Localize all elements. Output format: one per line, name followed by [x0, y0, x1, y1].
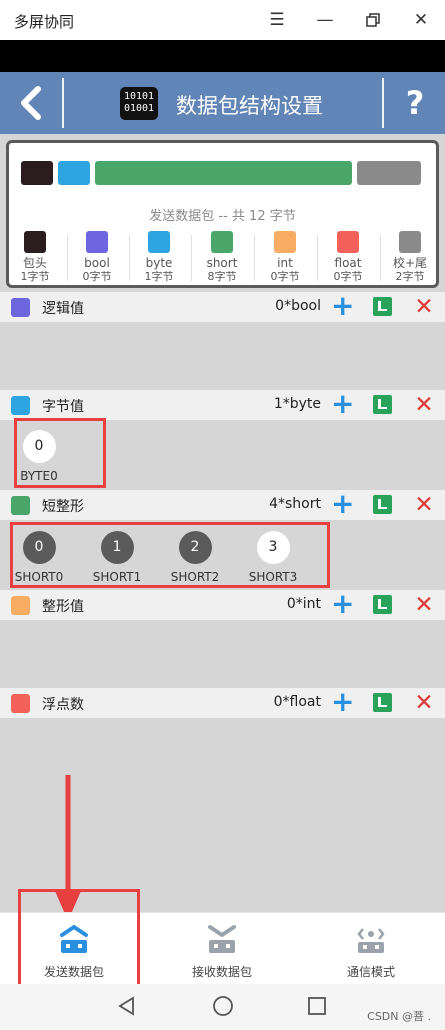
segment-header	[21, 161, 53, 185]
highlight-box	[14, 418, 106, 488]
add-icon[interactable]: +	[331, 490, 354, 518]
status-bar	[0, 40, 445, 72]
legend-divider	[67, 235, 68, 281]
legend-item-int: int 0字节	[260, 231, 310, 284]
section-header-float: 浮点数 0*float + ✕	[0, 688, 445, 718]
edit-icon[interactable]	[373, 395, 392, 414]
delete-icon[interactable]: ✕	[414, 493, 434, 517]
color-swatch	[211, 231, 233, 253]
legend-divider	[254, 235, 255, 281]
legend-item-float: float 0字节	[323, 231, 373, 284]
restore-icon[interactable]	[360, 8, 386, 32]
color-swatch	[11, 496, 30, 515]
close-icon[interactable]: ✕	[408, 8, 434, 32]
packet-summary-area: 发送数据包 -- 共 12 字节 包头 1字节 bool 0字节 byte 1字…	[0, 134, 445, 292]
tab-receive-packet[interactable]: 接收数据包	[148, 913, 296, 985]
section-body-bool	[0, 322, 445, 390]
delete-icon[interactable]: ✕	[414, 593, 434, 617]
edit-icon[interactable]	[373, 693, 392, 712]
edit-icon[interactable]	[373, 297, 392, 316]
watermark: CSDN @菩 .	[367, 1010, 431, 1023]
legend-item-checksum-tail: 校+尾 2字节	[385, 231, 435, 284]
color-swatch	[148, 231, 170, 253]
color-swatch	[11, 396, 30, 415]
edit-icon[interactable]	[373, 595, 392, 614]
tab-comm-mode[interactable]: 通信模式	[297, 913, 445, 985]
legend-item-bool: bool 0字节	[72, 231, 122, 284]
packet-summary-card: 发送数据包 -- 共 12 字节 包头 1字节 bool 0字节 byte 1字…	[6, 140, 439, 288]
comm-mode-icon	[355, 925, 387, 955]
legend-divider	[191, 235, 192, 281]
add-icon[interactable]: +	[331, 292, 354, 320]
help-icon[interactable]: ?	[397, 84, 433, 122]
back-triangle-icon[interactable]	[117, 996, 137, 1016]
section-body-int	[0, 620, 445, 688]
section-header-short: 短整形 4*short + ✕	[0, 490, 445, 520]
color-swatch	[11, 694, 30, 713]
section-header-int: 整形值 0*int + ✕	[0, 590, 445, 620]
add-icon[interactable]: +	[331, 390, 354, 418]
menu-icon[interactable]: ☰	[264, 8, 290, 32]
binary-icon: 10101 01001	[120, 87, 158, 120]
back-arrow-icon[interactable]	[12, 85, 52, 121]
section-header-byte: 字节值 1*byte + ✕	[0, 390, 445, 420]
header-divider	[382, 78, 384, 128]
segment-short	[95, 161, 352, 185]
page-title: 数据包结构设置	[176, 94, 323, 118]
color-swatch	[11, 596, 30, 615]
minimize-icon[interactable]: —	[312, 8, 338, 32]
highlight-box	[10, 522, 330, 588]
color-swatch	[274, 231, 296, 253]
add-icon[interactable]: +	[331, 590, 354, 618]
window-title-bar: 多屏协同 ☰ — ✕	[0, 0, 445, 40]
segment-checksum-tail	[357, 161, 421, 185]
legend-item-byte: byte 1字节	[134, 231, 184, 284]
edit-icon[interactable]	[373, 495, 392, 514]
color-swatch	[24, 231, 46, 253]
window-title: 多屏协同	[14, 13, 75, 31]
color-swatch	[337, 231, 359, 253]
packet-size-summary: 发送数据包 -- 共 12 字节	[149, 209, 296, 224]
legend-divider	[129, 235, 130, 281]
color-swatch	[11, 298, 30, 317]
app-header: 10101 01001 数据包结构设置 ?	[0, 72, 445, 134]
highlight-box	[18, 889, 140, 999]
section-header-bool: 逻辑值 0*bool + ✕	[0, 292, 445, 322]
receive-packet-icon	[206, 925, 238, 955]
home-circle-icon[interactable]	[212, 995, 234, 1017]
color-swatch	[86, 231, 108, 253]
delete-icon[interactable]: ✕	[414, 295, 434, 319]
color-swatch	[399, 231, 421, 253]
legend-divider	[317, 235, 318, 281]
add-icon[interactable]: +	[331, 688, 354, 716]
header-divider	[62, 78, 64, 128]
delete-icon[interactable]: ✕	[414, 691, 434, 715]
recents-square-icon[interactable]	[307, 996, 327, 1016]
legend-item-short: short 8字节	[197, 231, 247, 284]
segment-byte	[58, 161, 90, 185]
legend-item-header: 包头 1字节	[10, 231, 60, 284]
legend-divider	[380, 235, 381, 281]
delete-icon[interactable]: ✕	[414, 393, 434, 417]
